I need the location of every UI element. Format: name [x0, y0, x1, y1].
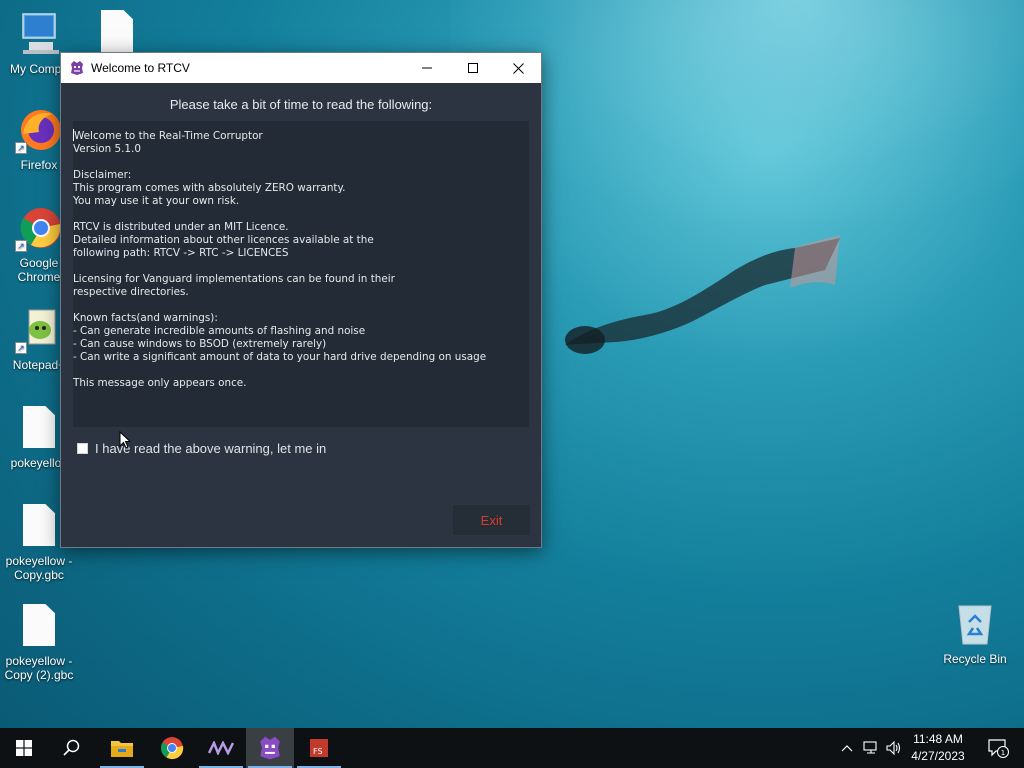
shortcut-arrow-icon: ↗ — [15, 240, 27, 252]
notepad-plus-icon: ↗ — [15, 306, 63, 354]
taskbar-chrome[interactable] — [148, 728, 196, 768]
wallpaper-diver — [565, 235, 840, 354]
rtcv-welcome-window: Welcome to RTCV Please take a bit of tim… — [60, 52, 542, 548]
start-button[interactable] — [0, 728, 48, 768]
disclaimer-line: You may use it at your own risk. — [73, 195, 240, 207]
disclaimer-line: - Can cause windows to BSOD (extremely r… — [73, 338, 327, 350]
file-icon — [15, 502, 63, 550]
disclaimer-line: following path: RTCV -> RTC -> LICENCES — [73, 247, 289, 259]
chrome-icon: ↗ — [15, 204, 63, 252]
recycle-bin-icon — [951, 600, 999, 648]
disclaimer-line: Licensing for Vanguard implementations c… — [73, 273, 395, 285]
action-center-button[interactable]: 1 — [978, 728, 1018, 768]
minimize-icon — [422, 67, 432, 69]
agree-checkbox[interactable] — [77, 443, 88, 454]
minimize-button[interactable] — [404, 53, 450, 83]
taskbar: FS 11:48 AM 4/27/2023 1 — [0, 728, 1024, 768]
disclaimer-line: Version 5.1.0 — [73, 143, 141, 155]
disclaimer-line: This program comes with absolutely ZERO … — [73, 182, 346, 194]
text-caret — [73, 129, 74, 141]
desktop-icon-label-line1: pokeyellow - — [5, 554, 73, 568]
notification-icon: 1 — [988, 739, 1009, 758]
file-icon — [15, 404, 63, 452]
close-icon — [512, 62, 524, 74]
window-title: Welcome to RTCV — [91, 61, 190, 75]
desktop-icon-label-line2: Copy (2).gbc — [4, 668, 74, 682]
disclaimer-line: RTCV is distributed under an MIT Licence… — [73, 221, 289, 233]
network-icon — [863, 741, 877, 754]
maximize-icon — [468, 63, 478, 73]
vanguard-icon — [208, 741, 234, 755]
disclaimer-line: Known facts(and warnings): — [73, 312, 218, 324]
clock-date: 4/27/2023 — [911, 749, 965, 763]
desktop-icon-label: Recycle Bin — [943, 652, 1007, 666]
taskbar-fs[interactable]: FS — [295, 728, 343, 768]
taskbar-file-explorer[interactable] — [98, 728, 146, 768]
desktop-icon-label-line2: Copy.gbc — [14, 568, 64, 582]
disclaimer-line — [73, 299, 529, 312]
search-icon — [63, 739, 80, 756]
rtcv-app-icon — [71, 61, 83, 75]
desktop-icon-recycle-bin[interactable]: Recycle Bin — [936, 600, 1014, 666]
disclaimer-text: Welcome to the Real-Time Corruptor Versio… — [73, 129, 529, 390]
desktop-icon-pokeyellow-copy-2[interactable]: pokeyellow - Copy (2).gbc — [0, 602, 78, 682]
taskbar-rtcv[interactable] — [246, 728, 294, 768]
disclaimer-line: Detailed information about other licence… — [73, 234, 374, 246]
disclaimer-line: This message only appears once. — [73, 377, 247, 389]
search-button[interactable] — [48, 728, 96, 768]
rtcv-icon — [260, 736, 280, 760]
taskbar-clock[interactable]: 11:48 AM 4/27/2023 — [898, 731, 978, 765]
disclaimer-line: Disclaimer: — [73, 169, 132, 181]
show-hidden-icons-button[interactable] — [838, 728, 856, 768]
window-content: Please take a bit of time to read the fo… — [61, 83, 541, 547]
start-icon — [16, 740, 32, 756]
computer-icon — [15, 10, 63, 58]
shortcut-arrow-icon: ↗ — [15, 342, 27, 354]
disclaimer-line — [73, 260, 529, 273]
disclaimer-line — [73, 156, 529, 169]
taskbar-vanguard[interactable] — [197, 728, 245, 768]
maximize-button[interactable] — [450, 53, 496, 83]
disclaimer-textbox[interactable]: Welcome to the Real-Time Corruptor Versio… — [73, 121, 529, 427]
disclaimer-line — [73, 364, 529, 377]
exit-button[interactable]: Exit — [453, 505, 530, 535]
file-explorer-icon — [111, 741, 133, 757]
fs-icon: FS — [310, 739, 328, 757]
close-button[interactable] — [495, 53, 541, 83]
svg-text:FS: FS — [313, 747, 323, 756]
mouse-cursor-icon — [119, 431, 131, 449]
clock-time: 11:48 AM — [913, 732, 963, 746]
window-titlebar[interactable]: Welcome to RTCV — [61, 53, 541, 83]
notification-count: 1 — [1001, 749, 1005, 757]
window-heading: Please take a bit of time to read the fo… — [169, 97, 433, 112]
disclaimer-line: respective directories. — [73, 286, 189, 298]
desktop-icon-label-line1: pokeyellow - — [5, 654, 73, 668]
chrome-icon — [161, 737, 184, 760]
chevron-up-icon — [841, 745, 853, 752]
agree-checkbox-row[interactable]: I have read the above warning, let me in — [77, 441, 326, 456]
network-button[interactable] — [860, 728, 882, 768]
shortcut-arrow-icon: ↗ — [15, 142, 27, 154]
disclaimer-line: - Can generate incredible amounts of fla… — [73, 325, 366, 337]
file-icon — [93, 8, 141, 56]
disclaimer-line: - Can write a significant amount of data… — [73, 351, 487, 363]
file-icon — [15, 602, 63, 650]
firefox-icon: ↗ — [15, 106, 63, 154]
disclaimer-line: Welcome to the Real-Time Corruptor — [73, 129, 263, 142]
disclaimer-line — [73, 208, 529, 221]
